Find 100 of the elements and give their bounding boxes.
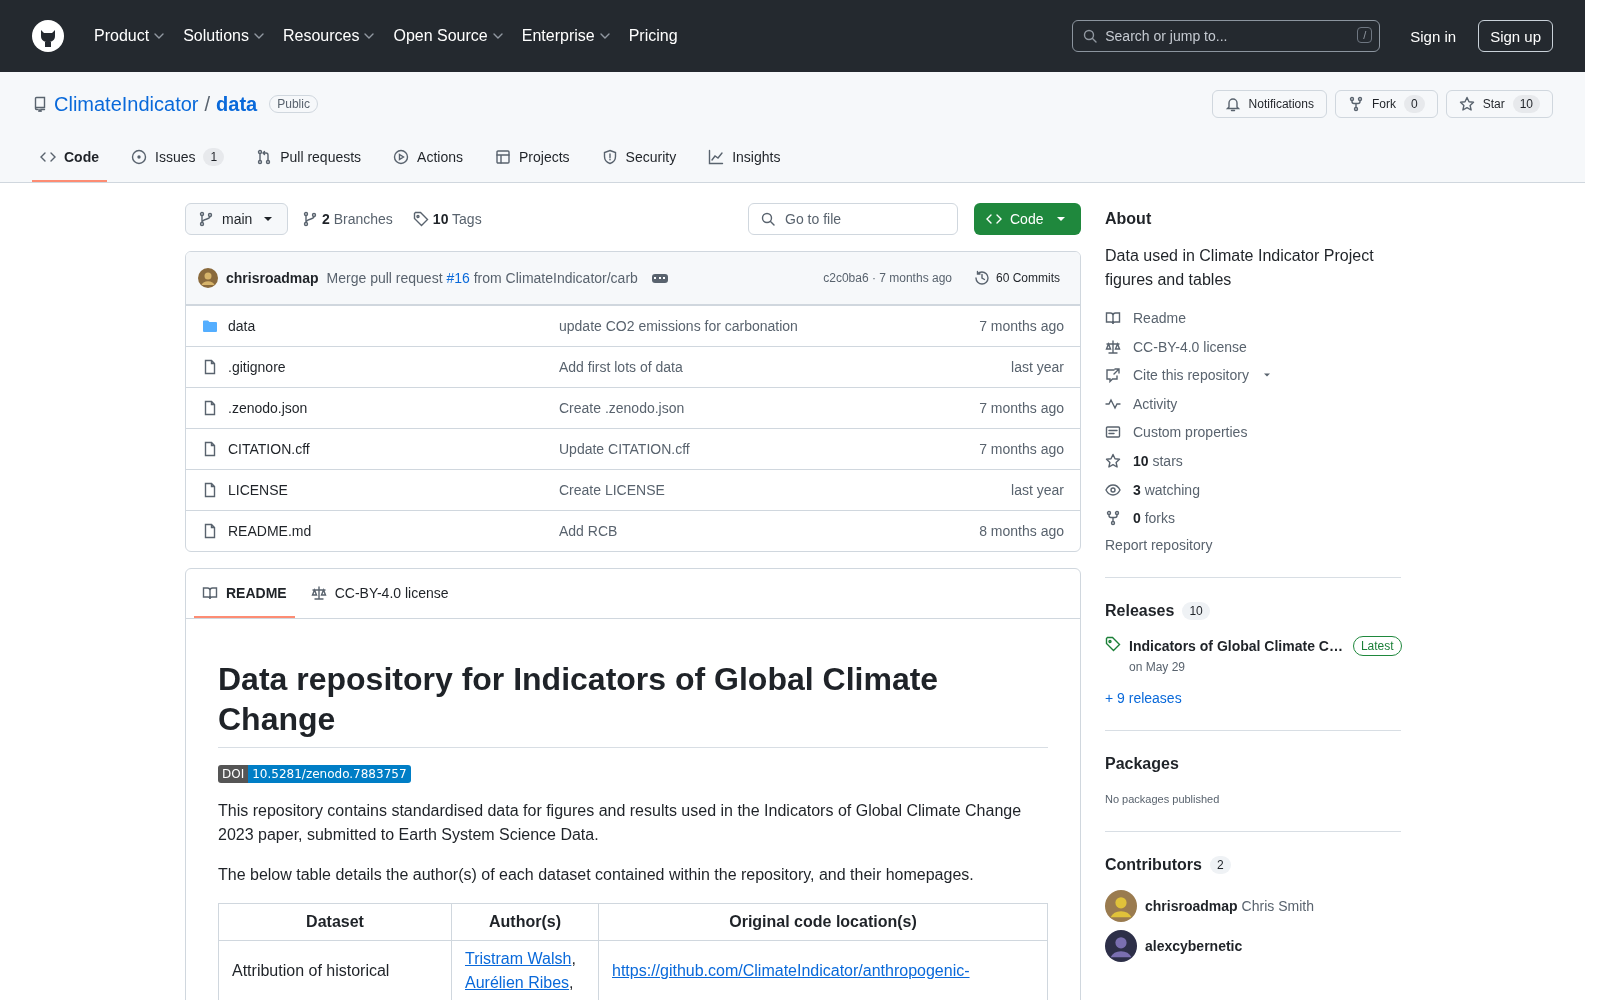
commits-link[interactable]: 60 Commits — [970, 270, 1064, 286]
file-icon — [202, 441, 218, 457]
packages-heading: Packages — [1105, 754, 1180, 773]
repo-tab[interactable]: Projects — [487, 134, 578, 182]
history-icon — [974, 270, 990, 286]
file-link[interactable]: .zenodo.json — [228, 400, 559, 416]
branches-link[interactable]: 2 Branches — [296, 211, 399, 227]
about-heading: About — [1105, 210, 1153, 228]
author-link[interactable]: Tristram Walsh — [465, 950, 572, 967]
star-button[interactable]: Star 10 — [1445, 90, 1553, 118]
commit-message-link[interactable]: Add first lots of data — [559, 359, 1012, 375]
owner-link[interactable]: ClimateIndicator — [54, 92, 199, 116]
contributors-heading: Contributors — [1105, 855, 1202, 874]
release-date: on May 29 — [1129, 659, 1187, 674]
search-icon — [760, 211, 776, 227]
note-icon — [1105, 424, 1121, 441]
file-icon — [202, 359, 218, 375]
path-separator: / — [204, 92, 211, 116]
about-link[interactable]: 3 watching — [1105, 479, 1401, 500]
readme-tab[interactable]: CC-BY-4.0 license — [302, 569, 457, 618]
bell-icon — [1224, 96, 1241, 112]
repository-link[interactable]: data — [216, 92, 258, 116]
about-link[interactable]: Cite this repository — [1105, 365, 1401, 386]
about-link[interactable]: 0 forks — [1105, 508, 1401, 529]
tags-link[interactable]: 10 Tags — [406, 211, 488, 227]
nav-menu-item[interactable]: Product — [86, 27, 176, 45]
count-badge: 2 — [1209, 855, 1231, 874]
scale-icon — [1105, 338, 1121, 355]
pull-request-link[interactable]: #16 — [446, 270, 470, 286]
about-link[interactable]: Custom properties — [1105, 422, 1401, 443]
search-icon — [1082, 28, 1099, 44]
readme-paragraph: This repository contains standardised data for figures and results used in the Indicators of Global Climate Change 2023 paper, submitted to Earth System Science Data. — [218, 801, 1023, 845]
repo-tab[interactable]: Pull requests — [248, 134, 370, 182]
sign-up-button[interactable]: Sign up — [1478, 20, 1553, 52]
nav-menu-item[interactable]: Open Source — [385, 27, 514, 45]
circle-dot-icon — [131, 149, 147, 165]
column-header: Author(s) — [451, 903, 599, 941]
star-icon — [1458, 96, 1475, 112]
tag-icon — [412, 211, 429, 227]
count-badge: 0 — [1403, 95, 1425, 113]
pull-request-icon — [256, 149, 273, 165]
ellipsis-icon[interactable] — [651, 273, 668, 283]
nav-menu-item[interactable]: Pricing — [620, 27, 686, 45]
count-badge: 10 — [1512, 95, 1540, 113]
logo-icon[interactable] — [32, 20, 64, 52]
file-icon — [202, 482, 218, 498]
readme-paragraph: The below table details the author(s) of each dataset contained within the repository, and their homepages. — [218, 865, 975, 885]
commit-message-link[interactable]: Add RCB — [559, 523, 980, 539]
table-cell: Attribution of historical — [218, 940, 452, 1000]
repo-tab[interactable]: Actions — [385, 134, 471, 182]
go-to-file-field[interactable]: Go to file — [748, 203, 958, 235]
file-link[interactable]: LICENSE — [228, 482, 559, 498]
contributor-link[interactable]: chrisroadmap — [1145, 897, 1238, 914]
repo-icon — [32, 96, 48, 112]
commit-time: last year — [1011, 482, 1064, 498]
fork-icon — [1347, 96, 1364, 112]
readme-tab[interactable]: README — [194, 569, 295, 618]
branch-selector[interactable]: main — [185, 203, 288, 235]
folder-link[interactable]: data — [228, 318, 559, 334]
nav-menu-item[interactable]: Enterprise — [513, 27, 621, 45]
avatar — [198, 268, 218, 288]
about-link[interactable]: Readme — [1105, 308, 1401, 328]
eye-icon — [1105, 481, 1121, 498]
about-link[interactable]: CC-BY-4.0 license — [1105, 336, 1401, 357]
commit-message-link[interactable]: Create LICENSE — [559, 482, 1012, 498]
avatar — [1105, 929, 1137, 962]
column-header: Dataset — [218, 903, 452, 941]
commit-author-link[interactable]: chrisroadmap — [226, 270, 319, 286]
avatar — [1105, 889, 1137, 922]
nav-menu-item[interactable]: Solutions — [175, 27, 275, 45]
report-link[interactable]: Report repository — [1105, 536, 1401, 553]
contributor-link[interactable]: alexcybernetic — [1145, 937, 1243, 954]
sign-in-link[interactable]: Sign in — [1396, 27, 1471, 45]
book-icon — [1105, 310, 1121, 326]
about-link[interactable]: 10 stars — [1105, 450, 1401, 471]
tag-icon — [1105, 635, 1121, 652]
release-link[interactable]: Indicators of Global Climate C… — [1129, 637, 1343, 654]
fork-icon — [1105, 510, 1121, 527]
file-link[interactable]: .gitignore — [228, 359, 559, 375]
repo-tab[interactable]: Insights — [700, 134, 789, 182]
about-link[interactable]: Activity — [1105, 393, 1401, 414]
file-link[interactable]: README.md — [228, 523, 559, 539]
notifications-button[interactable]: Notifications — [1211, 90, 1327, 118]
fork-button[interactable]: Fork 0 — [1334, 90, 1438, 118]
star-icon — [1105, 452, 1121, 469]
code-button[interactable]: Code — [974, 203, 1081, 235]
nav-menu-item[interactable]: Resources — [274, 27, 386, 45]
graph-icon — [708, 149, 725, 165]
more-releases-link[interactable]: + 9 releases — [1105, 689, 1401, 706]
file-link[interactable]: CITATION.cff — [228, 441, 559, 457]
commit-message-link[interactable]: Update CITATION.cff — [559, 441, 980, 457]
file-icon — [202, 523, 218, 539]
count-badge: 10 — [1182, 601, 1210, 620]
contributor-name: Chris Smith — [1241, 897, 1314, 914]
repo-tab[interactable]: Security — [593, 134, 685, 182]
releases-heading: Releases — [1105, 601, 1175, 620]
commit-message-link[interactable]: Create .zenodo.json — [559, 400, 980, 416]
commit-message-link[interactable]: update CO2 emissions for carbonation — [559, 318, 980, 334]
repo-tab[interactable]: Issues 1 — [123, 134, 233, 182]
repo-tab[interactable]: Code — [32, 134, 107, 182]
